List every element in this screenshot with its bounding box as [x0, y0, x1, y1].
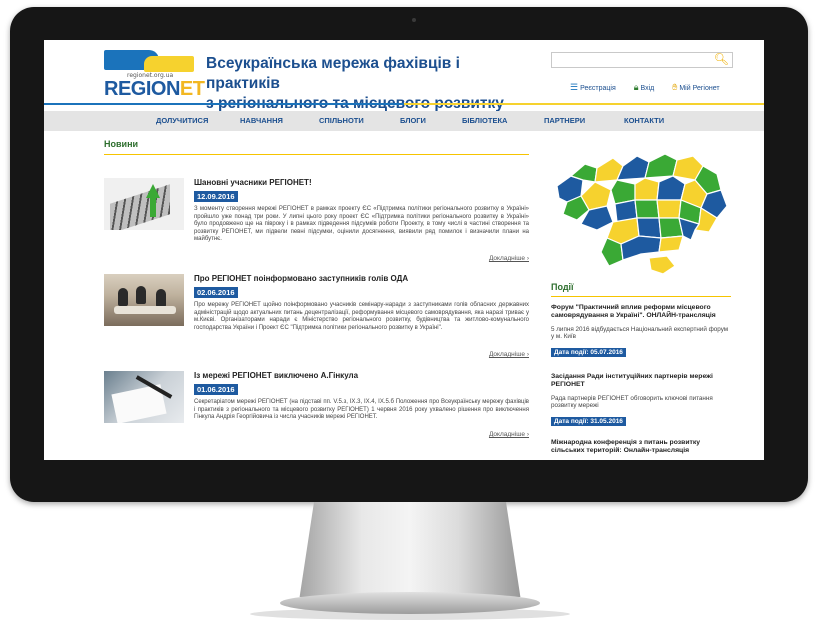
table-graphic — [114, 306, 176, 314]
nav-item-library[interactable]: БІБЛІОТЕКА — [462, 111, 507, 131]
map-region — [648, 255, 676, 275]
news-date: 01.06.2016 — [194, 384, 238, 395]
search-input[interactable]: 🔍︎ — [551, 52, 733, 68]
event-description: Рада партнерів РЕГІОНЕТ обговорить ключо… — [551, 394, 713, 410]
event-item: Форум "Практичний вплив реформи місцевог… — [551, 304, 731, 359]
map-region — [656, 199, 682, 219]
news-thumbnail-writing[interactable] — [104, 371, 184, 423]
list-icon: ☰ — [570, 82, 579, 92]
regionet-logo[interactable]: regionet.org.ua REGIONET — [104, 50, 205, 100]
nav-item-learning[interactable]: НАВЧАННЯ — [240, 111, 283, 131]
news-divider — [104, 154, 529, 155]
event-item: Міжнародна конференція з питань розвитку… — [551, 439, 731, 456]
nav-item-partners[interactable]: ПАРТНЕРИ — [544, 111, 585, 131]
stairs-graphic — [110, 184, 170, 230]
event-title[interactable]: Засідання Ради інституційних партнерів м… — [551, 373, 731, 390]
map-region — [658, 235, 684, 253]
nav-item-blogs[interactable]: БЛОГИ — [400, 111, 426, 131]
my-regionet-link[interactable]: ✋︎ Мій Регіонет — [672, 82, 727, 92]
news-thumbnail-meeting[interactable] — [104, 274, 184, 326]
news-title[interactable]: Із мережі РЕГІОНЕТ виключено А.Гінкула — [194, 371, 358, 380]
event-date-badge: Дата події: 31.05.2016 — [551, 417, 626, 426]
site-title: Всеукраїнська мережа фахівців і практикі… — [206, 54, 536, 114]
map-region — [616, 155, 650, 181]
monitor-stand — [299, 502, 521, 597]
lock-icon: 🔒︎ — [633, 82, 639, 92]
logo-wordmark: REGIONET — [104, 78, 205, 100]
read-more-link[interactable]: Докладніше › — [489, 351, 529, 358]
news-thumbnail-stairs[interactable] — [104, 178, 184, 230]
header-divider — [44, 103, 764, 105]
events-divider — [551, 296, 731, 297]
map-region — [634, 177, 660, 201]
news-item: Шановні учасники РЕГІОНЕТ! 12.09.2016 З … — [104, 178, 529, 268]
news-item: Про РЕГІОНЕТ поінформовано заступників г… — [104, 274, 529, 364]
news-title[interactable]: Про РЕГІОНЕТ поінформовано заступників г… — [194, 274, 408, 283]
event-item: Засідання Ради інституційних партнерів м… — [551, 373, 731, 428]
site-title-line1: Всеукраїнська мережа фахівців і практикі… — [206, 55, 460, 92]
events-heading: Події — [551, 282, 574, 292]
event-title[interactable]: Форум "Практичний вплив реформи місцевог… — [551, 304, 731, 321]
person-figure — [118, 288, 128, 306]
news-item: Із мережі РЕГІОНЕТ виключено А.Гінкула 0… — [104, 371, 529, 451]
login-link[interactable]: 🔒︎ Вхід — [633, 82, 663, 92]
main-nav: ДОЛУЧИТИСЯ НАВЧАННЯ СПІЛЬНОТИ БЛОГИ БІБЛ… — [44, 111, 764, 131]
person-figure — [156, 289, 166, 307]
news-text: Про мережу РЕГІОНЕТ щойно поінформовано … — [194, 302, 529, 331]
read-more-link[interactable]: Докладніше › — [489, 255, 529, 262]
nav-item-join[interactable]: ДОЛУЧИТИСЯ — [156, 111, 208, 131]
news-text: Секретаріатом мережі РЕГІОНЕТ (на підста… — [194, 399, 529, 421]
camera-dot — [412, 18, 416, 22]
person-figure — [136, 286, 146, 304]
arrow-up-icon — [146, 184, 160, 198]
map-region — [634, 199, 660, 219]
map-region — [656, 175, 686, 201]
event-title[interactable]: Міжнародна конференція з питань розвитку… — [551, 439, 731, 456]
monitor-base — [280, 592, 540, 614]
nav-item-contacts[interactable]: КОНТАКТИ — [624, 111, 664, 131]
arrow-stem — [150, 197, 156, 217]
website-screen: regionet.org.ua REGIONET Всеукраїнська м… — [44, 40, 764, 460]
user-links: ☰ Реєстрація 🔒︎ Вхід ✋︎ Мій Регіонет — [570, 82, 736, 93]
map-region — [644, 153, 678, 179]
news-date: 12.09.2016 — [194, 191, 238, 202]
event-date-badge: Дата події: 05.07.2016 — [551, 348, 626, 357]
logo-flag-yellow — [144, 56, 194, 72]
news-heading: Новини — [104, 139, 139, 149]
news-text: З моменту створення мережі РЕГІОНЕТ в ра… — [194, 206, 529, 243]
news-date: 02.06.2016 — [194, 287, 238, 298]
news-title[interactable]: Шановні учасники РЕГІОНЕТ! — [194, 178, 312, 187]
search-icon[interactable]: 🔍︎ — [714, 52, 729, 66]
nav-item-communities[interactable]: СПІЛЬНОТИ — [319, 111, 364, 131]
ukraine-regions-map[interactable] — [551, 148, 731, 278]
register-link[interactable]: ☰ Реєстрація — [570, 82, 624, 92]
map-region — [636, 217, 662, 239]
read-more-link[interactable]: Докладніше › — [489, 431, 529, 438]
event-description: 5 липня 2016 відбудається Національний е… — [551, 325, 729, 341]
handshake-icon: ✋︎ — [672, 82, 678, 92]
